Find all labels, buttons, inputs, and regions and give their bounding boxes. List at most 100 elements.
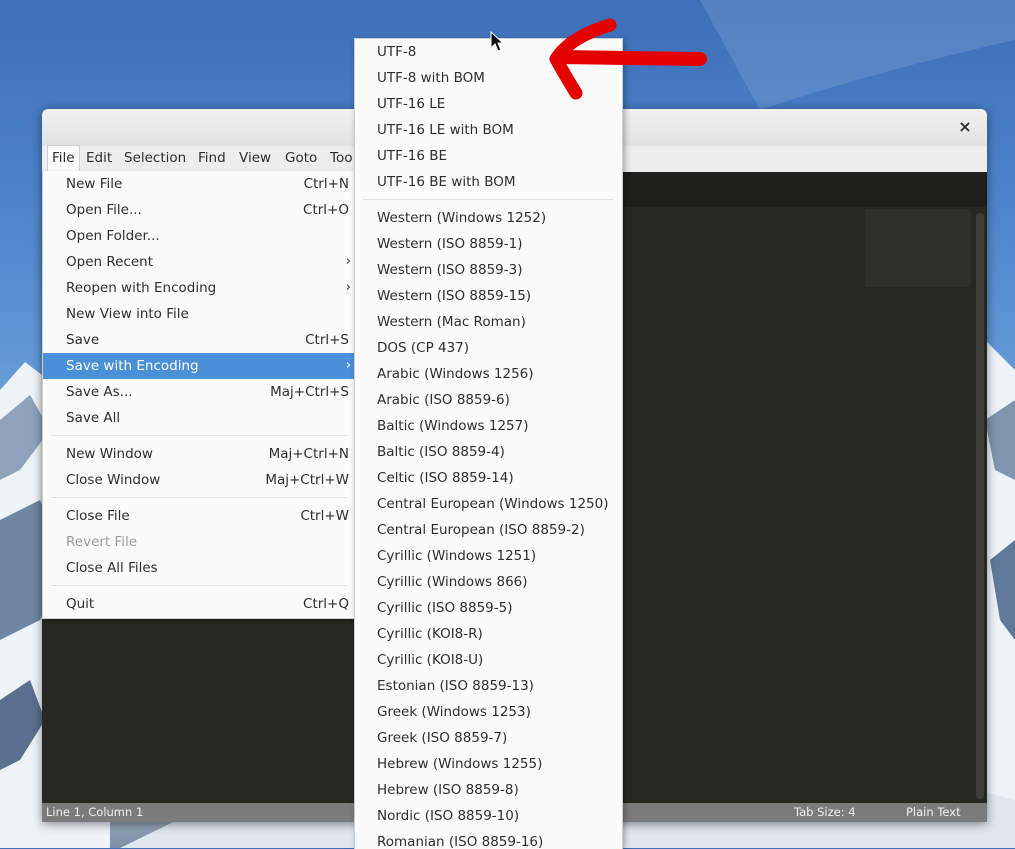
encoding-item[interactable]: Western (Windows 1252) xyxy=(355,205,622,231)
menu-item-open-recent[interactable]: Open Recent › xyxy=(43,249,355,275)
encoding-label: Baltic (ISO 8859-4) xyxy=(377,444,505,460)
menu-item-save-all[interactable]: Save All xyxy=(43,405,355,431)
encoding-item[interactable]: Cyrillic (ISO 8859-5) xyxy=(355,595,622,621)
encoding-item[interactable]: Arabic (Windows 1256) xyxy=(355,361,622,387)
encoding-item-utf-16-be[interactable]: UTF-16 BE xyxy=(355,143,622,169)
encoding-item[interactable]: Celtic (ISO 8859-14) xyxy=(355,465,622,491)
menu-item-shortcut: Ctrl+Q xyxy=(303,596,349,612)
encoding-label: Greek (Windows 1253) xyxy=(377,704,531,720)
menu-separator xyxy=(51,435,347,436)
menu-separator xyxy=(51,497,347,498)
encoding-label: Arabic (Windows 1256) xyxy=(377,366,534,382)
menu-item-open-file[interactable]: Open File... Ctrl+O xyxy=(43,197,355,223)
menu-tools[interactable]: Too xyxy=(330,146,352,172)
menu-item-label: New File xyxy=(66,176,123,192)
menu-item-label: Revert File xyxy=(66,534,138,550)
encoding-label: Cyrillic (KOI8-R) xyxy=(377,626,483,642)
encoding-item[interactable]: Baltic (Windows 1257) xyxy=(355,413,622,439)
encoding-item[interactable]: Greek (Windows 1253) xyxy=(355,699,622,725)
encoding-item[interactable]: Western (ISO 8859-15) xyxy=(355,283,622,309)
encoding-item[interactable]: Baltic (ISO 8859-4) xyxy=(355,439,622,465)
minimap[interactable] xyxy=(865,209,971,287)
encoding-label: DOS (CP 437) xyxy=(377,340,470,356)
menu-item-quit[interactable]: Quit Ctrl+Q xyxy=(43,591,355,617)
encoding-label: Cyrillic (ISO 8859-5) xyxy=(377,600,513,616)
encoding-label: Nordic (ISO 8859-10) xyxy=(377,808,520,824)
menu-item-new-file[interactable]: New File Ctrl+N xyxy=(43,171,355,197)
encoding-item[interactable]: Hebrew (ISO 8859-8) xyxy=(355,777,622,803)
encoding-item[interactable]: Cyrillic (KOI8-R) xyxy=(355,621,622,647)
menu-item-label: Close File xyxy=(66,508,130,524)
encoding-item-utf-16-be-bom[interactable]: UTF-16 BE with BOM xyxy=(355,169,622,195)
menu-find[interactable]: Find xyxy=(198,146,226,172)
menu-item-close-window[interactable]: Close Window Maj+Ctrl+W xyxy=(43,467,355,493)
encoding-label: UTF-16 LE with BOM xyxy=(377,122,514,138)
vertical-scrollbar[interactable] xyxy=(976,213,984,799)
syntax-indicator[interactable]: Plain Text xyxy=(906,803,961,822)
menu-item-label: Save with Encoding xyxy=(66,358,199,374)
encoding-item[interactable]: Nordic (ISO 8859-10) xyxy=(355,803,622,829)
menu-edit[interactable]: Edit xyxy=(86,146,112,172)
menu-item-save[interactable]: Save Ctrl+S xyxy=(43,327,355,353)
menu-item-new-window[interactable]: New Window Maj+Ctrl+N xyxy=(43,441,355,467)
encoding-label: Hebrew (Windows 1255) xyxy=(377,756,543,772)
menu-item-label: New Window xyxy=(66,446,153,462)
encoding-label: Western (Windows 1252) xyxy=(377,210,547,226)
menu-item-label: New View into File xyxy=(66,306,189,322)
menu-item-close-file[interactable]: Close File Ctrl+W xyxy=(43,503,355,529)
encoding-item[interactable]: Romanian (ISO 8859-16) xyxy=(355,829,622,849)
encoding-label: Estonian (ISO 8859-13) xyxy=(377,678,534,694)
encoding-item[interactable]: Central European (ISO 8859-2) xyxy=(355,517,622,543)
file-menu: New File Ctrl+N Open File... Ctrl+O Open… xyxy=(42,171,355,619)
encoding-item[interactable]: Western (ISO 8859-1) xyxy=(355,231,622,257)
menu-item-label: Reopen with Encoding xyxy=(66,280,217,296)
encoding-label: Western (ISO 8859-3) xyxy=(377,262,523,278)
close-icon[interactable]: × xyxy=(956,118,974,136)
menu-item-label: Save As... xyxy=(66,384,133,400)
encoding-label: Hebrew (ISO 8859-8) xyxy=(377,782,519,798)
encoding-item[interactable]: Greek (ISO 8859-7) xyxy=(355,725,622,751)
encoding-item[interactable]: Western (ISO 8859-3) xyxy=(355,257,622,283)
encoding-label: UTF-16 LE xyxy=(377,96,446,112)
chevron-right-icon: › xyxy=(345,280,351,295)
menu-item-label: Quit xyxy=(66,596,95,612)
encoding-label: Central European (ISO 8859-2) xyxy=(377,522,585,538)
encoding-label: Cyrillic (Windows 1251) xyxy=(377,548,537,564)
menu-selection[interactable]: Selection xyxy=(124,146,186,172)
menu-item-reopen-with-encoding[interactable]: Reopen with Encoding › xyxy=(43,275,355,301)
menu-file[interactable]: File xyxy=(47,145,80,173)
encoding-item[interactable]: Hebrew (Windows 1255) xyxy=(355,751,622,777)
encoding-item[interactable]: Estonian (ISO 8859-13) xyxy=(355,673,622,699)
encoding-label: Celtic (ISO 8859-14) xyxy=(377,470,514,486)
encoding-label: Arabic (ISO 8859-6) xyxy=(377,392,510,408)
encoding-label: UTF-16 BE with BOM xyxy=(377,174,516,190)
menu-item-open-folder[interactable]: Open Folder... xyxy=(43,223,355,249)
menu-view[interactable]: View xyxy=(239,146,271,172)
menu-item-shortcut: Maj+Ctrl+W xyxy=(265,472,349,488)
menu-item-save-as[interactable]: Save As... Maj+Ctrl+S xyxy=(43,379,355,405)
menu-item-save-with-encoding[interactable]: Save with Encoding › xyxy=(43,353,355,379)
menu-item-shortcut: Ctrl+O xyxy=(303,202,349,218)
encoding-item-utf-16-le-bom[interactable]: UTF-16 LE with BOM xyxy=(355,117,622,143)
menu-separator xyxy=(51,585,347,586)
encoding-label: Romanian (ISO 8859-16) xyxy=(377,834,544,849)
encoding-item[interactable]: Cyrillic (Windows 866) xyxy=(355,569,622,595)
encoding-label: Greek (ISO 8859-7) xyxy=(377,730,508,746)
encoding-label: Cyrillic (KOI8-U) xyxy=(377,652,484,668)
encoding-item[interactable]: Cyrillic (Windows 1251) xyxy=(355,543,622,569)
encoding-label: Central European (Windows 1250) xyxy=(377,496,609,512)
tab-size-indicator[interactable]: Tab Size: 4 xyxy=(794,803,856,822)
menu-item-new-view-into-file[interactable]: New View into File xyxy=(43,301,355,327)
menu-item-label: Save xyxy=(66,332,100,348)
encoding-item[interactable]: Arabic (ISO 8859-6) xyxy=(355,387,622,413)
menu-item-shortcut: Ctrl+W xyxy=(300,508,349,524)
menu-item-close-all-files[interactable]: Close All Files xyxy=(43,555,355,581)
encoding-item[interactable]: Central European (Windows 1250) xyxy=(355,491,622,517)
encoding-item[interactable]: Cyrillic (KOI8-U) xyxy=(355,647,622,673)
menu-item-label: Open Recent xyxy=(66,254,154,270)
menu-goto[interactable]: Goto xyxy=(285,146,317,172)
menu-item-shortcut: Ctrl+N xyxy=(303,176,349,192)
encoding-item[interactable]: DOS (CP 437) xyxy=(355,335,622,361)
encoding-item[interactable]: Western (Mac Roman) xyxy=(355,309,622,335)
encoding-label: Western (ISO 8859-15) xyxy=(377,288,532,304)
